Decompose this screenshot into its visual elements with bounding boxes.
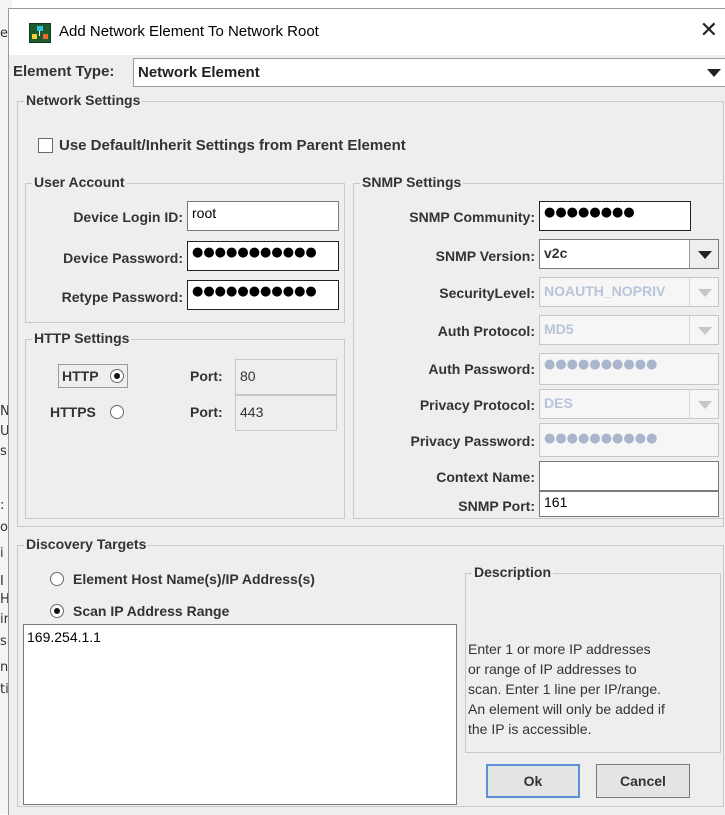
http-port-label: Port: [190, 368, 223, 384]
element-type-label: Element Type: [13, 63, 115, 80]
title-bar[interactable]: Add Network Element To Network Root ✕ [9, 9, 725, 55]
privacy-protocol-label: Privacy Protocol: [419, 397, 535, 413]
chevron-down-icon[interactable] [689, 316, 718, 344]
chevron-down-icon[interactable] [689, 390, 718, 418]
description-text: Enter 1 or more IP addresses or range of… [468, 639, 665, 739]
http-label: HTTP [62, 368, 99, 384]
background-text: n [0, 660, 9, 675]
chevron-down-icon[interactable] [701, 59, 725, 86]
host-name-radio[interactable] [50, 572, 64, 586]
auth-protocol-label: Auth Protocol: [437, 323, 535, 339]
use-default-label: Use Default/Inherit Settings from Parent… [59, 137, 406, 154]
snmp-community-label: SNMP Community: [409, 209, 535, 225]
privacy-protocol-value: DES [544, 395, 573, 411]
device-login-input[interactable]: root [187, 201, 339, 231]
description-line: or range of IP addresses to [468, 661, 637, 677]
use-default-checkbox[interactable] [38, 138, 53, 153]
description-line: the IP is accessible. [468, 721, 592, 737]
auth-password-label: Auth Password: [428, 361, 535, 377]
security-level-value: NOAUTH_NOPRIV [544, 283, 666, 299]
context-name-input[interactable] [539, 461, 719, 491]
element-type-dropdown[interactable]: Network Element [133, 58, 725, 87]
snmp-port-input[interactable]: 161 [539, 491, 719, 517]
https-label: HTTPS [50, 404, 96, 420]
description-title: Description [472, 564, 554, 580]
snmp-version-label: SNMP Version: [435, 248, 535, 264]
auth-protocol-value: MD5 [544, 321, 574, 337]
https-port-label: Port: [190, 404, 223, 420]
chevron-down-icon[interactable] [689, 240, 718, 268]
http-radio[interactable] [110, 369, 124, 383]
host-name-option-label: Element Host Name(s)/IP Address(s) [73, 571, 315, 587]
user-account-title: User Account [32, 174, 127, 190]
background-text: i [0, 546, 4, 561]
network-settings-title: Network Settings [24, 92, 143, 108]
network-app-icon [29, 23, 51, 43]
security-level-label: SecurityLevel: [439, 285, 535, 301]
context-name-label: Context Name: [436, 469, 535, 485]
background-text: : [0, 498, 5, 513]
snmp-settings-title: SNMP Settings [360, 174, 464, 190]
privacy-protocol-dropdown[interactable]: DES [539, 389, 719, 419]
auth-password-input[interactable]: ●●●●●●●●●● [539, 353, 719, 385]
description-line: An element will only be added if [468, 701, 665, 717]
background-text: s [0, 634, 7, 649]
snmp-community-input[interactable]: ●●●●●●●● [539, 201, 691, 231]
description-line: Enter 1 or more IP addresses [468, 641, 651, 657]
add-network-element-dialog: Add Network Element To Network Root ✕ El… [8, 8, 725, 815]
snmp-port-label: SNMP Port: [458, 498, 535, 514]
snmp-version-value: v2c [544, 245, 568, 261]
retype-password-input[interactable]: ●●●●●●●●●●● [187, 280, 339, 310]
background-text: o [0, 520, 8, 535]
security-level-dropdown[interactable]: NOAUTH_NOPRIV [539, 277, 719, 307]
http-port-field[interactable]: 80 [235, 359, 337, 395]
device-login-label: Device Login ID: [73, 209, 183, 225]
ok-button[interactable]: Ok [486, 764, 580, 798]
background-text: e [0, 26, 8, 41]
background-text: I [0, 574, 4, 589]
scan-range-radio[interactable] [50, 604, 64, 618]
privacy-password-input[interactable]: ●●●●●●●●●● [539, 423, 719, 457]
background-text: s [0, 444, 7, 459]
scan-range-option-label: Scan IP Address Range [73, 603, 230, 619]
https-radio[interactable] [110, 405, 124, 419]
device-password-input[interactable]: ●●●●●●●●●●● [187, 241, 339, 271]
close-icon[interactable]: ✕ [700, 19, 718, 41]
discovery-targets-title: Discovery Targets [24, 536, 149, 552]
targets-textarea[interactable]: 169.254.1.1 [23, 624, 457, 805]
chevron-down-icon[interactable] [689, 278, 718, 306]
http-settings-title: HTTP Settings [32, 330, 132, 346]
element-type-value: Network Element [138, 64, 260, 81]
https-port-field[interactable]: 443 [235, 395, 337, 431]
retype-password-label: Retype Password: [61, 289, 183, 305]
snmp-version-dropdown[interactable]: v2c [539, 239, 719, 269]
description-line: scan. Enter 1 line per IP/range. [468, 681, 661, 697]
auth-protocol-dropdown[interactable]: MD5 [539, 315, 719, 345]
privacy-password-label: Privacy Password: [410, 433, 535, 449]
cancel-button[interactable]: Cancel [596, 764, 690, 798]
dialog-title: Add Network Element To Network Root [59, 23, 319, 40]
device-password-label: Device Password: [63, 250, 183, 266]
